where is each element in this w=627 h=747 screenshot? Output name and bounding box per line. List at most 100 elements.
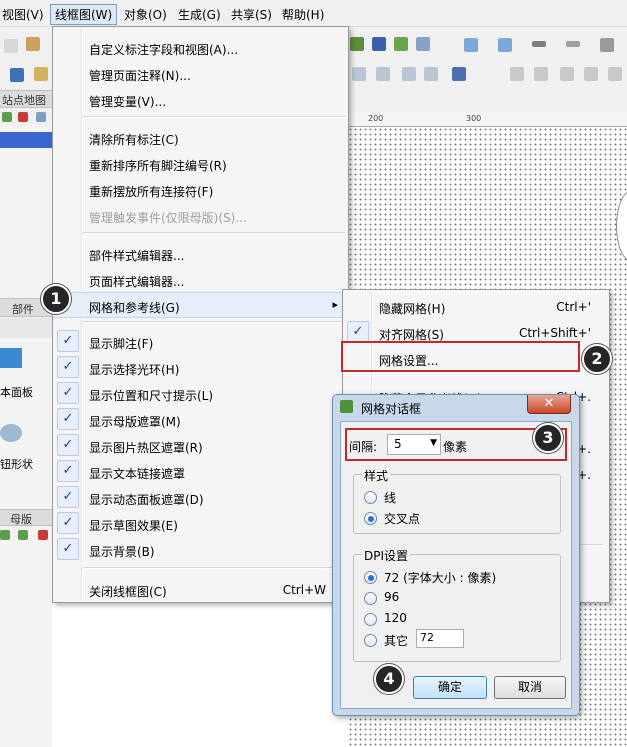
submenu-item-hide-grid[interactable]: 隐藏网格(H) Ctrl+' [343,294,609,318]
dynamic-panel-icon[interactable] [0,348,22,368]
menu-object[interactable]: 对象(O) [124,6,167,23]
dpi-96-label: 96 [384,590,400,604]
menu-item-show-footnotes[interactable]: ✓ 显示脚注(F) [53,329,348,353]
menu-item-show-dynamic-panel-mask[interactable]: ✓ 显示动态面板遮罩(D) [53,485,348,509]
add-page-icon[interactable] [2,112,12,122]
brush-icon[interactable] [34,67,48,81]
word-icon[interactable] [372,37,386,51]
menu-item-show-text-link-mask[interactable]: ✓ 显示文本链接遮罩 [53,459,348,483]
page-icon[interactable] [36,112,46,122]
radio-cross[interactable] [364,512,377,525]
line-width-icon[interactable] [532,41,546,47]
menu-item-page-style-editor[interactable]: 页面样式编辑器... [53,267,348,291]
link-icon[interactable] [424,67,438,81]
menubar: 视图(V) 线框图(W) 对象(O) 生成(G) 共享(S) 帮助(H) [0,0,627,27]
check-icon: ✓ [57,434,79,456]
menu-view[interactable]: 视图(V) [2,6,44,23]
menu-item-show-sketch-effect[interactable]: ✓ 显示草图效果(E) [53,511,348,535]
radio-dpi-72[interactable] [364,571,377,584]
app-icon [340,400,353,413]
dpi-group: DPI设置 72 (字体大小 : 像素) 96 120 其它 72 [353,547,561,662]
dpi-other-label: 其它 [384,634,409,648]
menu-item-clear-annotations[interactable]: 清除所有标注(C) [53,125,348,149]
generate-icon[interactable] [394,37,408,51]
menu-item-page-notes[interactable]: 管理页面注释(N)... [53,61,348,85]
dpi-other-input[interactable]: 72 [416,629,464,648]
ruler-tick-300: 300 [466,114,482,123]
sitemap-selected-page[interactable] [0,132,52,148]
menu-item-custom-fields[interactable]: 自定义标注字段和视图(A)... [53,35,348,59]
widget-label-panel: 本面板 [0,386,33,399]
line-color-icon[interactable] [498,38,512,52]
forward-icon[interactable] [0,530,10,540]
bullet-icon[interactable] [402,67,416,81]
front-icon[interactable] [560,67,574,81]
style-group: 样式 线 交叉点 [353,467,561,534]
callout-4: 4 [374,664,404,694]
menu-generate[interactable]: 生成(G) [178,6,221,23]
radio-dpi-other[interactable] [364,634,377,647]
menu-item-show-hotspot-mask[interactable]: ✓ 显示图片热区遮罩(R) [53,433,348,457]
menu-item-manage-triggers: 管理触发事件(仅限母版)(S)... [89,211,247,225]
menu-help[interactable]: 帮助(H) [282,6,324,23]
radio-dpi-96[interactable] [364,592,377,605]
sitemap-toolbar [0,110,52,126]
widget-label-button: 钮形状 [0,458,33,471]
arrow-style-icon[interactable] [600,38,614,52]
ruler-tick-200: 200 [368,114,384,123]
align-icon[interactable] [608,67,622,81]
check-icon: ✓ [57,538,79,560]
check-icon: ✓ [57,330,79,352]
menu-wireframe[interactable]: 线框图(W) [50,4,118,25]
style-line-label: 线 [384,491,397,505]
line-style-icon[interactable] [566,41,580,47]
menu-item-widget-style-editor[interactable]: 部件样式编辑器... [53,241,348,265]
text-color-icon[interactable] [452,67,466,81]
menu-item-show-master-mask[interactable]: ✓ 显示母版遮罩(M) [53,407,348,431]
close-icon[interactable]: ✕ [527,395,571,414]
menu-item-show-background[interactable]: ✓ 显示背景(B) [53,537,348,561]
group-icon[interactable] [510,67,524,81]
menu-item-show-selection-halo[interactable]: ✓ 显示选择光环(H) [53,355,348,379]
ok-button[interactable]: 确定 [413,676,487,699]
menu-item-close-wireframe[interactable]: 关闭线框图(C) Ctrl+W [53,577,348,601]
delete-page-icon[interactable] [18,112,28,122]
dialog-body: 间隔: 5 ▼ 像素 样式 线 交叉点 DPI设置 72 (字体大小 : 像素)… [340,421,572,709]
back-arrow-icon[interactable] [18,530,28,540]
menu-separator [83,567,345,569]
back-icon[interactable] [584,67,598,81]
menu-share[interactable]: 共享(S) [231,6,272,23]
check-icon: ✓ [57,486,79,508]
cancel-button[interactable]: 取消 [494,676,566,699]
check-icon: ✓ [57,408,79,430]
align-right-icon[interactable] [376,67,390,81]
check-icon: ✓ [57,382,79,404]
dpi-72-label: 72 (字体大小 : 像素) [384,571,497,585]
button-shape-icon[interactable] [0,424,22,442]
style-cross-label: 交叉点 [384,512,421,526]
submenu-arrow-icon: ▸ [332,298,338,311]
callout-3: 3 [533,423,563,453]
check-icon: ✓ [57,356,79,378]
paste-icon[interactable] [26,37,40,51]
delete-master-icon[interactable] [38,530,48,540]
radio-dpi-120[interactable] [364,613,377,626]
menu-item-show-position-hints[interactable]: ✓ 显示位置和尺寸提示(L) [53,381,348,405]
menu-item-reorder-footnotes[interactable]: 重新排序所有脚注编号(R) [53,151,348,175]
menu-separator [83,116,345,118]
dpi-120-label: 120 [384,611,407,625]
fill-color-icon[interactable] [464,38,478,52]
ungroup-icon[interactable] [534,67,548,81]
menu-separator [83,321,345,323]
align-center-icon[interactable] [352,67,366,81]
publish-icon[interactable] [350,37,364,51]
copy-icon[interactable] [4,39,18,53]
menu-item-rearrange-connectors[interactable]: 重新摆放所有连接符(F) [53,177,348,201]
format-icon[interactable] [10,68,24,82]
radio-line[interactable] [364,491,377,504]
check-icon: ✓ [57,512,79,534]
callout-2: 2 [582,344,612,374]
menu-item-grid-guides[interactable]: 网格和参考线(G) ▸ [53,292,348,318]
menu-item-variables[interactable]: 管理变量(V)... [53,87,348,111]
share-icon[interactable] [416,37,430,51]
